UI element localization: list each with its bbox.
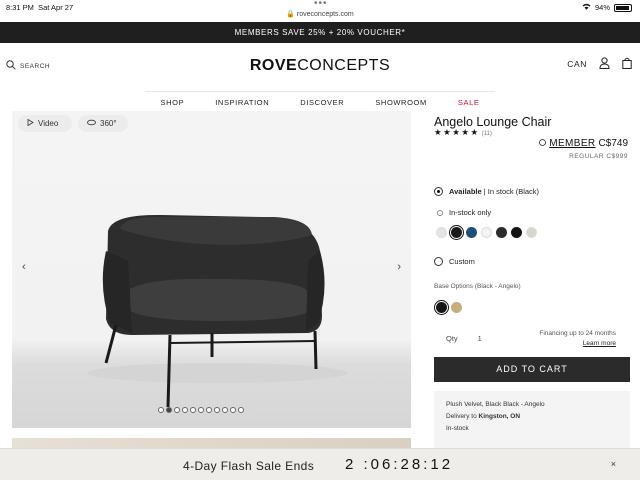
quantity-selector[interactable]: Qty 1 xyxy=(446,334,482,343)
cart-icon[interactable] xyxy=(622,57,632,71)
qty-value[interactable]: 1 xyxy=(478,334,482,343)
nav-sale[interactable]: SALE xyxy=(458,98,480,107)
fabric-color-swatch[interactable] xyxy=(448,224,465,241)
fabric-swatches xyxy=(436,224,537,241)
nav-shop[interactable]: SHOP xyxy=(161,98,185,107)
product-gallery[interactable]: Video 360° ‹ › xyxy=(12,111,411,428)
flash-sale-bar: 4-Day Flash Sale Ends 2 :06:28:12 × xyxy=(0,448,640,480)
gallery-dot[interactable] xyxy=(190,407,196,413)
gallery-dot[interactable] xyxy=(214,407,220,413)
learn-more-link[interactable]: Learn more xyxy=(583,340,616,347)
gallery-dot[interactable] xyxy=(238,407,244,413)
member-price-value: C$749 xyxy=(598,138,628,149)
regular-price: REGULAR C$999 xyxy=(569,153,628,160)
gallery-dot[interactable] xyxy=(174,407,180,413)
available-label: Available xyxy=(449,187,482,196)
currency-selector[interactable]: CAN xyxy=(567,59,587,69)
option-instock-only[interactable]: In-stock only xyxy=(437,208,491,217)
member-label[interactable]: MEMBER xyxy=(549,138,595,149)
fabric-color-swatch[interactable] xyxy=(481,227,492,238)
product-image-chair xyxy=(87,214,347,408)
gallery-dot[interactable] xyxy=(230,407,236,413)
promo-banner[interactable]: MEMBERS SAVE 25% + 20% VOUCHER* xyxy=(0,22,640,43)
base-color-swatch[interactable] xyxy=(433,299,450,316)
battery-icon xyxy=(614,3,632,12)
status-bar: 8:31 PM Sat Apr 27 ••• 🔒 roveconcepts.co… xyxy=(0,0,640,21)
wifi-icon xyxy=(582,3,591,12)
close-icon[interactable]: × xyxy=(611,459,616,469)
gallery-dot[interactable] xyxy=(158,407,164,413)
nav-inspiration[interactable]: INSPIRATION xyxy=(215,98,269,107)
financing-info: Financing up to 24 months Learn more xyxy=(539,329,616,349)
member-price: MEMBER C$749 xyxy=(539,138,628,149)
site-logo[interactable]: ROVECONCEPTS xyxy=(0,57,640,75)
instock-only-radio[interactable] xyxy=(437,209,443,216)
member-info-icon[interactable] xyxy=(539,138,547,149)
review-count: (11) xyxy=(481,131,492,137)
gallery-pagination[interactable] xyxy=(158,407,244,413)
financing-text: Financing up to 24 months xyxy=(539,330,616,337)
status-right: 94% xyxy=(582,3,632,12)
fabric-color-swatch[interactable] xyxy=(511,227,522,238)
gallery-dot[interactable] xyxy=(182,407,188,413)
gallery-dot[interactable] xyxy=(222,407,228,413)
available-radio[interactable] xyxy=(434,187,443,196)
option-available[interactable]: Available | In stock (Black) xyxy=(434,187,539,196)
main-nav: SHOP INSPIRATION DISCOVER SHOWROOM SALE xyxy=(145,91,495,111)
account-icon[interactable] xyxy=(599,57,610,71)
next-arrow-icon[interactable]: › xyxy=(397,261,401,273)
nav-discover[interactable]: DISCOVER xyxy=(300,98,344,107)
fabric-color-swatch[interactable] xyxy=(496,227,507,238)
rating-stars[interactable]: ★★★★★ (11) xyxy=(434,127,492,138)
info-material: Plush Velvet, Black Black - Angelo xyxy=(446,401,545,408)
custom-label: Custom xyxy=(449,257,475,266)
gallery-dot[interactable] xyxy=(166,407,172,413)
gallery-dot[interactable] xyxy=(206,407,212,413)
nav-showroom[interactable]: SHOWROOM xyxy=(375,98,426,107)
base-color-swatch[interactable] xyxy=(451,302,462,313)
flash-sale-countdown: 2 :06:28:12 xyxy=(345,456,454,473)
fabric-color-swatch[interactable] xyxy=(526,227,537,238)
info-delivery: Delivery to Kingston, ON xyxy=(446,413,521,420)
instock-only-label: In-stock only xyxy=(449,208,492,217)
prev-arrow-icon[interactable]: ‹ xyxy=(22,261,26,273)
fabric-color-swatch[interactable] xyxy=(466,227,477,238)
info-stock: In-stock xyxy=(446,425,469,432)
custom-radio[interactable] xyxy=(434,257,443,266)
gallery-dot[interactable] xyxy=(198,407,204,413)
url-bar[interactable]: 🔒 roveconcepts.com xyxy=(0,10,640,18)
product-panel: Angelo Lounge Chair ★★★★★ (11) MEMBER C$7… xyxy=(433,111,630,451)
add-to-cart-button[interactable]: ADD TO CART xyxy=(434,357,630,382)
available-detail: | In stock (Black) xyxy=(483,187,540,196)
multitask-dots[interactable]: ••• xyxy=(314,0,328,9)
delivery-city[interactable]: Kingston, ON xyxy=(479,413,521,420)
base-options-label: Base Options (Black - Angelo) xyxy=(434,283,521,290)
fabric-color-swatch[interactable] xyxy=(436,227,447,238)
product-info-box: Plush Velvet, Black Black - Angelo Deliv… xyxy=(434,391,630,451)
flash-sale-text: 4-Day Flash Sale Ends xyxy=(183,459,315,473)
base-swatches xyxy=(433,299,462,316)
battery-percent: 94% xyxy=(594,3,610,12)
option-custom[interactable]: Custom xyxy=(434,257,475,266)
site-header: SEARCH ROVECONCEPTS CAN xyxy=(0,43,640,91)
header-actions: CAN xyxy=(567,57,632,71)
qty-label: Qty xyxy=(446,334,458,343)
